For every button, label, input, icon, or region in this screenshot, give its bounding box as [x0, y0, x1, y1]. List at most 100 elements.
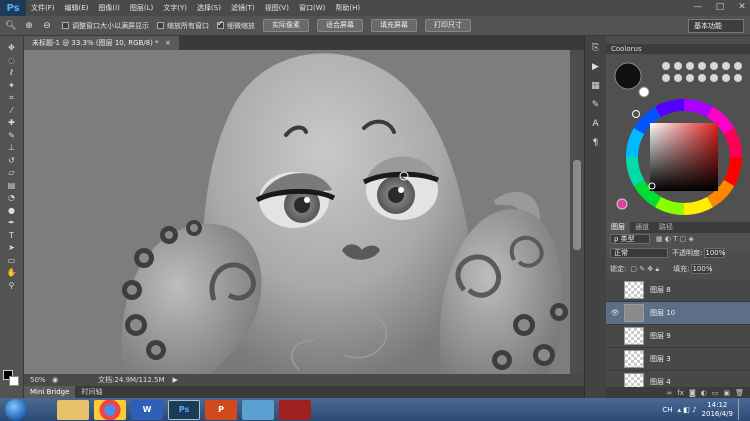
blur-tool-icon[interactable]: ◔: [3, 192, 21, 203]
resize-windows-checkbox[interactable]: 调整窗口大小以满屏显示: [62, 21, 149, 31]
mask-icon[interactable]: ◙: [689, 389, 696, 397]
crop-tool-icon[interactable]: ⌗: [3, 92, 21, 103]
tab-layers[interactable]: 图层: [606, 222, 630, 233]
move-tool-icon[interactable]: ✥: [3, 42, 21, 53]
fit-screen-button[interactable]: 适合屏幕: [317, 19, 363, 32]
recorder-app-icon[interactable]: [279, 399, 311, 420]
marquee-tool-icon[interactable]: ◌: [3, 55, 21, 66]
swatches-panel-icon[interactable]: ▦: [588, 79, 604, 93]
dodge-tool-icon[interactable]: ●: [3, 205, 21, 216]
blend-mode-select[interactable]: 正常: [610, 248, 668, 258]
layer-row[interactable]: 👁︎ 图层 10: [606, 302, 750, 325]
eraser-tool-icon[interactable]: ▱: [3, 167, 21, 178]
workspace-select[interactable]: 基本功能: [688, 19, 744, 33]
brush-panel-icon[interactable]: ✎: [588, 98, 604, 112]
menu-image[interactable]: 图像(I): [93, 3, 125, 13]
history-brush-tool-icon[interactable]: ↺: [3, 155, 21, 166]
layer-row[interactable]: 图层 9: [606, 325, 750, 348]
close-button[interactable]: ✕: [736, 1, 748, 13]
secondary-color-swatch[interactable]: [638, 86, 650, 98]
layer-row[interactable]: 图层 4: [606, 371, 750, 387]
menu-type[interactable]: 文字(Y): [158, 3, 192, 13]
scrollbar-thumb[interactable]: [573, 160, 581, 250]
actions-panel-icon[interactable]: ▶: [588, 60, 604, 74]
healing-tool-icon[interactable]: ✚: [3, 117, 21, 128]
layer-row[interactable]: 图层 3: [606, 348, 750, 371]
scrubby-zoom-checkbox[interactable]: 细微缩放: [217, 19, 255, 31]
menu-filter[interactable]: 滤镜(T): [226, 3, 260, 13]
eyedropper-tool-icon[interactable]: ⁄: [3, 105, 21, 116]
color-wheel[interactable]: [606, 54, 750, 222]
character-panel-icon[interactable]: A: [588, 117, 604, 131]
stamp-tool-icon[interactable]: ⊥: [3, 142, 21, 153]
start-button[interactable]: [5, 398, 27, 421]
fill-input[interactable]: 100%: [691, 264, 712, 274]
magic-wand-tool-icon[interactable]: ✦: [3, 80, 21, 91]
vertical-scrollbar[interactable]: [570, 50, 584, 374]
link-layers-icon[interactable]: ∞: [667, 389, 673, 397]
hand-tool-icon[interactable]: ✋: [3, 267, 21, 278]
type-tool-icon[interactable]: T: [3, 230, 21, 241]
lock-icons[interactable]: ▢ ✎ ✥ 🔒︎: [630, 265, 659, 274]
tab-paths[interactable]: 路径: [654, 222, 678, 233]
background-color-swatch[interactable]: [9, 376, 19, 386]
menu-layer[interactable]: 图层(L): [125, 3, 158, 13]
filter-icons[interactable]: ▦ ◐ T ▢ ◈: [656, 235, 694, 243]
close-tab-icon[interactable]: ×: [165, 39, 171, 47]
window-app-icon[interactable]: [242, 399, 274, 420]
menu-select[interactable]: 选择(S): [192, 3, 226, 13]
menu-help[interactable]: 帮助(H): [330, 3, 365, 13]
canvas-area[interactable]: [24, 50, 570, 374]
shape-tool-icon[interactable]: ▭: [3, 255, 21, 266]
artwork-canvas[interactable]: [24, 50, 570, 374]
visibility-toggle-icon[interactable]: [609, 284, 621, 296]
fill-screen-button[interactable]: 填充屏幕: [371, 19, 417, 32]
clock[interactable]: 14:12 2016/4/9: [702, 401, 733, 419]
status-icon[interactable]: ◉: [52, 376, 58, 384]
history-panel-icon[interactable]: ⎘: [588, 41, 604, 55]
zoom-out-icon[interactable]: ⊖: [40, 19, 54, 33]
visibility-toggle-icon[interactable]: [609, 376, 621, 387]
lasso-tool-icon[interactable]: ℓ: [3, 67, 21, 78]
brush-tool-icon[interactable]: ✎: [3, 130, 21, 141]
tab-channels[interactable]: 通道: [630, 222, 654, 233]
zoom-in-icon[interactable]: ⊕: [22, 19, 36, 33]
checkbox-box[interactable]: [157, 22, 164, 29]
menu-view[interactable]: 视图(V): [260, 3, 294, 13]
path-select-tool-icon[interactable]: ➤: [3, 242, 21, 253]
visibility-toggle-icon[interactable]: [609, 353, 621, 365]
opacity-input[interactable]: 100%: [704, 248, 725, 258]
zoom-icon[interactable]: 🔍︎: [4, 19, 18, 33]
tray-icons[interactable]: ▴ ◧ ♪: [678, 406, 697, 414]
layer-style-icon[interactable]: fx: [677, 389, 684, 397]
adjustment-icon[interactable]: ◐: [701, 389, 707, 397]
visibility-eye-icon[interactable]: 👁︎: [609, 307, 621, 319]
show-desktop-button[interactable]: [738, 399, 744, 420]
gradient-tool-icon[interactable]: ▤: [3, 180, 21, 191]
explorer-app-icon[interactable]: [57, 399, 89, 420]
checkbox-box[interactable]: [62, 22, 69, 29]
zoom-tool-icon[interactable]: ⚲: [3, 280, 21, 291]
layer-row[interactable]: 图层 8: [606, 279, 750, 302]
group-icon[interactable]: ▭: [712, 389, 719, 397]
coolorus-presets[interactable]: [662, 62, 742, 82]
hue-handle[interactable]: [632, 110, 640, 118]
tab-mini-bridge[interactable]: Mini Bridge: [24, 386, 76, 398]
layer-filter-select[interactable]: ρ 类型: [610, 234, 650, 244]
photoshop-app-icon[interactable]: Ps: [168, 399, 200, 420]
zoom-all-windows-checkbox[interactable]: 缩放所有窗口: [157, 21, 209, 31]
new-layer-icon[interactable]: ▣: [723, 389, 730, 397]
menu-file[interactable]: 文件(F): [26, 3, 60, 13]
paragraph-panel-icon[interactable]: ¶: [588, 136, 604, 150]
chrome-app-icon[interactable]: [94, 399, 126, 420]
language-indicator[interactable]: CH: [662, 406, 672, 414]
document-tab[interactable]: 未标题-1 @ 33.3% (图层 10, RGB/8) * ×: [24, 36, 179, 50]
checkbox-box[interactable]: [217, 19, 224, 29]
print-size-button[interactable]: 打印尺寸: [425, 19, 471, 32]
color-mode-icon[interactable]: [616, 198, 628, 210]
actual-pixels-button[interactable]: 实际像素: [263, 19, 309, 32]
visibility-toggle-icon[interactable]: [609, 330, 621, 342]
menu-edit[interactable]: 编辑(E): [60, 3, 94, 13]
pen-tool-icon[interactable]: ✒: [3, 217, 21, 228]
zoom-level[interactable]: 50%: [24, 376, 46, 384]
